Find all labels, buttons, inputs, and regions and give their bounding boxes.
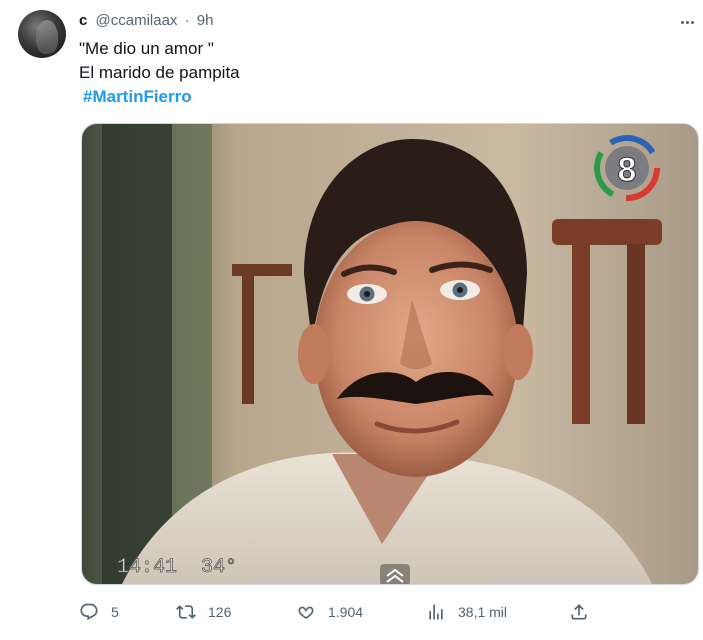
timestamp-overlay: 14:41 34° xyxy=(117,556,237,579)
tweet-image[interactable]: 8 14:41 34° xyxy=(81,123,699,585)
tweet-line-1: "Me dio un amor " xyxy=(79,39,214,58)
tweet-text: "Me dio un amor " El marido de pampita #… xyxy=(79,37,240,109)
expand-icon[interactable] xyxy=(380,564,410,584)
retweet-icon xyxy=(176,605,196,619)
view-count: 38,1 mil xyxy=(458,604,508,620)
user-handle[interactable]: @ccamilaax xyxy=(96,12,178,29)
share-icon xyxy=(571,604,587,620)
action-bar: 5 126 1.904 38,1 mil xyxy=(79,597,699,627)
avatar[interactable] xyxy=(18,10,66,58)
share-button[interactable] xyxy=(569,597,589,627)
tweet[interactable]: c @ccamilaax · 9h "Me dio un amor " El m… xyxy=(0,0,703,640)
timestamp[interactable]: 9h xyxy=(197,12,214,29)
reply-count: 5 xyxy=(111,604,119,620)
reply-button[interactable]: 5 xyxy=(79,597,119,627)
display-name[interactable]: c xyxy=(79,12,87,29)
more-icon[interactable] xyxy=(678,13,696,31)
views-button[interactable]: 38,1 mil xyxy=(426,597,507,627)
tweet-line-2: El marido de pampita xyxy=(79,63,240,82)
like-button[interactable]: 1.904 xyxy=(296,597,363,627)
like-count: 1.904 xyxy=(328,604,364,620)
retweet-count: 126 xyxy=(208,604,232,620)
tweet-header: c @ccamilaax · 9h xyxy=(79,11,213,31)
views-icon xyxy=(429,604,443,620)
channel-badge-text: 8 xyxy=(618,151,637,189)
retweet-button[interactable]: 126 xyxy=(176,597,231,627)
separator: · xyxy=(184,12,190,29)
hashtag-link[interactable]: #MartinFierro xyxy=(83,87,192,106)
reply-icon xyxy=(80,603,98,620)
like-icon xyxy=(298,606,314,620)
